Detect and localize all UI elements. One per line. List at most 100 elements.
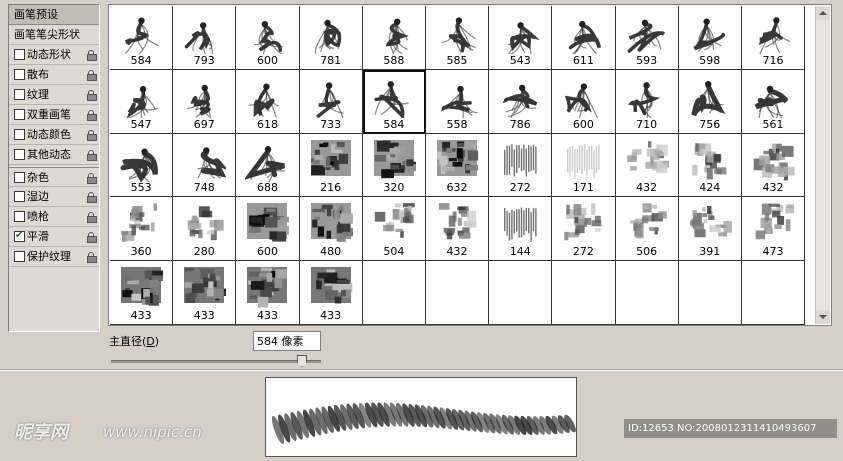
brush-tile[interactable]: 171 (552, 133, 616, 198)
brush-tile[interactable]: 733 (299, 69, 363, 134)
scroll-down-arrow-icon[interactable] (816, 310, 830, 324)
brush-tile[interactable]: 506 (615, 197, 679, 262)
brush-tile[interactable]: 432 (741, 133, 806, 198)
brush-tile[interactable]: 433 (299, 261, 363, 325)
brush-tile[interactable]: 433 (173, 261, 237, 325)
brush-tile[interactable]: 793 (173, 6, 237, 70)
brush-thumbnail-icon (502, 84, 538, 118)
option-checkbox[interactable] (14, 109, 25, 120)
option-checkbox[interactable] (14, 69, 25, 80)
brush-size-label: 733 (320, 117, 342, 131)
brush-tile[interactable]: 598 (678, 6, 742, 70)
brush-tile[interactable]: 600 (236, 6, 300, 70)
brush-tile[interactable]: 786 (489, 69, 553, 134)
brush-tile[interactable]: 272 (552, 197, 616, 262)
brush-tile[interactable]: 697 (173, 69, 237, 134)
panel-title-brush-presets[interactable]: 画笔预设 (9, 5, 99, 25)
brush-tile[interactable]: 781 (299, 6, 363, 70)
panel-item[interactable]: 保护纹理 (9, 247, 99, 267)
panel-item[interactable]: 动态形状 (9, 45, 99, 65)
brush-tile[interactable]: 432 (615, 133, 679, 198)
brush-tile[interactable]: 280 (173, 197, 237, 262)
brush-tile[interactable]: 748 (173, 133, 237, 198)
brush-tile[interactable]: 543 (489, 6, 553, 70)
brush-tile[interactable]: 433 (110, 261, 174, 325)
panel-item[interactable]: 动态颜色 (9, 125, 99, 145)
brush-tile[interactable]: 600 (236, 197, 300, 262)
lock-icon[interactable] (87, 212, 97, 223)
brush-tile[interactable]: 480 (299, 197, 363, 262)
brush-tile[interactable]: 688 (236, 133, 300, 198)
panel-item[interactable]: 散布 (9, 65, 99, 85)
brush-thumbnail-icon (247, 267, 288, 308)
panel-item[interactable]: 湿边 (9, 187, 99, 207)
brush-tile[interactable]: 391 (678, 197, 742, 262)
lock-icon[interactable] (87, 232, 97, 243)
brush-tile[interactable]: 553 (110, 133, 174, 198)
panel-item[interactable]: 纹理 (9, 85, 99, 105)
brush-thumbnail-icon (121, 203, 157, 243)
brush-tile[interactable]: 424 (678, 133, 742, 198)
brush-tile[interactable]: 584 (110, 6, 174, 70)
option-checkbox[interactable] (14, 89, 25, 100)
brush-tile[interactable]: 593 (615, 6, 679, 70)
brush-tile[interactable]: 216 (299, 133, 363, 198)
option-checkbox[interactable] (14, 172, 25, 183)
panel-item[interactable]: 喷枪 (9, 207, 99, 227)
brush-thumbnail-icon (316, 82, 344, 118)
brush-tile[interactable]: 561 (741, 69, 806, 134)
brush-tile[interactable]: 504 (362, 197, 426, 262)
lock-icon[interactable] (87, 70, 97, 81)
option-checkbox[interactable] (14, 211, 25, 222)
panel-item-label: 画笔笔尖形状 (14, 28, 80, 41)
scroll-up-arrow-icon[interactable] (816, 6, 830, 20)
brush-tile[interactable]: 272 (489, 133, 553, 198)
brush-tile[interactable]: 756 (678, 69, 742, 134)
brush-tile[interactable]: 710 (615, 69, 679, 134)
brush-tile[interactable]: 600 (552, 69, 616, 134)
master-diameter-field[interactable] (253, 331, 321, 351)
brush-tile[interactable]: 320 (362, 133, 426, 198)
option-checkbox[interactable] (14, 129, 25, 140)
option-checkbox[interactable] (14, 251, 25, 262)
brush-tile[interactable]: 547 (110, 69, 174, 134)
lock-icon[interactable] (87, 252, 97, 263)
panel-item[interactable]: 其他动态 (9, 145, 99, 165)
brush-thumbnail-icon (689, 206, 732, 238)
lock-icon[interactable] (87, 110, 97, 121)
brush-tile[interactable]: 618 (236, 69, 300, 134)
lock-icon[interactable] (87, 50, 97, 61)
vertical-scrollbar[interactable] (815, 6, 830, 324)
brush-tile[interactable]: 432 (425, 197, 490, 262)
lock-icon[interactable] (87, 90, 97, 101)
brush-tile[interactable]: 360 (110, 197, 174, 262)
panel-item[interactable]: 画笔笔尖形状 (9, 25, 99, 45)
brush-tile[interactable]: 144 (489, 197, 553, 262)
lock-icon[interactable] (87, 150, 97, 161)
panel-item[interactable]: 杂色 (9, 167, 99, 187)
panel-item[interactable]: ✔ 平滑 (9, 227, 99, 247)
lock-icon[interactable] (87, 130, 97, 141)
brush-tile[interactable]: 585 (425, 6, 490, 70)
brush-tile[interactable]: 588 (362, 6, 426, 70)
brush-tile[interactable]: 473 (741, 197, 806, 262)
brush-thumbnail-icon (374, 203, 415, 239)
brush-tile[interactable]: 433 (236, 261, 300, 325)
brush-thumbnail-icon (627, 19, 665, 53)
lock-icon[interactable] (87, 192, 97, 203)
diameter-slider-track[interactable] (111, 360, 321, 363)
panel-item[interactable]: 双重画笔 (9, 105, 99, 125)
brush-size-label: 786 (509, 117, 531, 131)
option-checkbox[interactable]: ✔ (14, 230, 25, 242)
option-checkbox[interactable] (14, 49, 25, 60)
brush-tile[interactable]: 716 (741, 6, 806, 70)
brush-tile[interactable]: 584 (362, 69, 426, 134)
lock-icon[interactable] (87, 173, 97, 184)
option-checkbox[interactable] (14, 191, 25, 202)
brush-size-label: 593 (636, 53, 658, 67)
brush-tile[interactable]: 558 (425, 69, 490, 134)
diameter-slider-thumb[interactable] (297, 355, 308, 367)
brush-tile[interactable]: 632 (425, 133, 490, 198)
brush-tile[interactable]: 611 (552, 6, 616, 70)
option-checkbox[interactable] (14, 149, 25, 160)
